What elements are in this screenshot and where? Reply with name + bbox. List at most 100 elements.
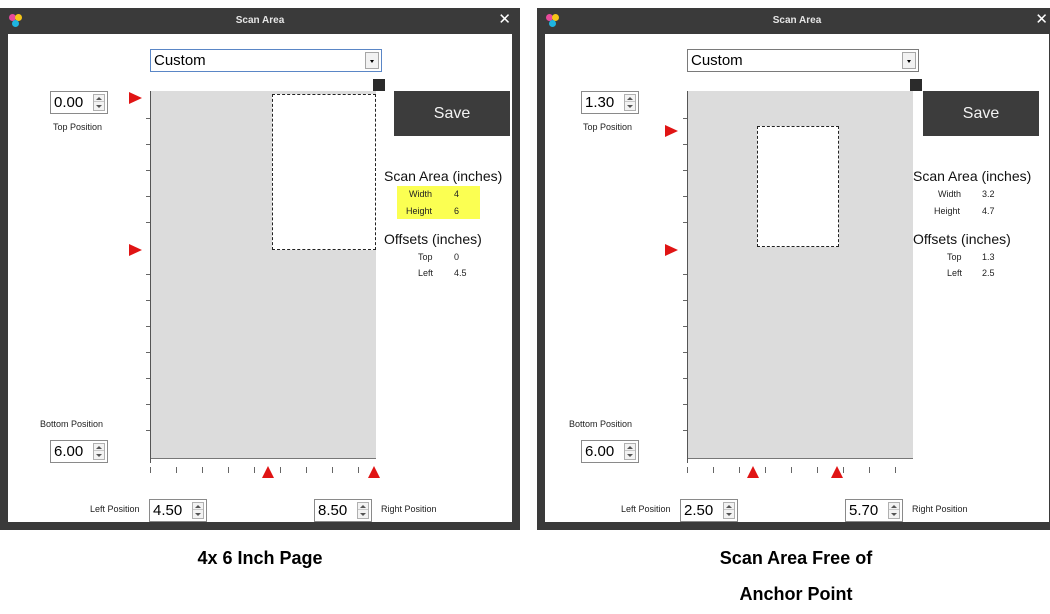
ruler-tick: [683, 352, 687, 353]
top-marker-icon[interactable]: [129, 92, 142, 104]
width-value: 4: [454, 189, 460, 199]
caption-right-line1: Scan Area Free of: [719, 548, 873, 568]
increment-icon[interactable]: [889, 503, 899, 510]
offset-top-value: 1.3: [982, 252, 995, 262]
close-icon[interactable]: ✕: [498, 11, 511, 27]
scan-area-rectangle[interactable]: [757, 126, 839, 247]
increment-icon[interactable]: [193, 503, 203, 510]
bottom-position-spinner[interactable]: 6.00: [581, 440, 639, 463]
increment-icon[interactable]: [724, 503, 734, 510]
height-label: Height: [934, 206, 961, 216]
ruler-tick: [713, 467, 714, 473]
right-position-label: Right Position: [912, 504, 968, 514]
ruler-tick: [683, 222, 687, 223]
save-button[interactable]: Save: [923, 91, 1039, 136]
increment-icon[interactable]: [625, 444, 635, 451]
ruler-tick: [687, 467, 688, 473]
right-marker-icon[interactable]: [368, 466, 380, 478]
scan-area-rectangle[interactable]: [272, 94, 376, 250]
caption-left: 4x 6 Inch Page: [197, 548, 323, 568]
top-position-value: 0.00: [54, 94, 84, 111]
scan-area-window-right: Scan Area ✕ Custom 1.30 Top Position Bot…: [537, 8, 1050, 530]
ruler-tick: [254, 467, 255, 473]
horizontal-ruler: [688, 458, 913, 459]
left-position-label: Left Position: [90, 504, 140, 514]
width-label: Width: [409, 189, 433, 199]
anchor-point-icon[interactable]: [910, 79, 922, 91]
ruler-tick: [358, 467, 359, 473]
decrement-icon[interactable]: [625, 103, 635, 110]
left-position-label: Left Position: [621, 504, 671, 514]
preset-value: Custom: [691, 52, 743, 69]
decrement-icon[interactable]: [358, 511, 368, 518]
close-icon[interactable]: ✕: [1035, 11, 1048, 27]
ruler-tick: [683, 274, 687, 275]
ruler-tick: [332, 467, 333, 473]
height-value: 4.7: [982, 206, 995, 216]
height-label: Height: [406, 206, 433, 216]
left-position-value: 2.50: [684, 502, 714, 519]
chevron-down-icon[interactable]: [365, 52, 379, 69]
offset-top-value: 0: [454, 252, 460, 262]
decrement-icon[interactable]: [889, 511, 899, 518]
ruler-tick: [683, 430, 687, 431]
top-position-label: Top Position: [583, 122, 633, 132]
ruler-tick: [146, 300, 150, 301]
anchor-point-icon[interactable]: [373, 79, 385, 91]
ruler-tick: [683, 196, 687, 197]
offset-top-label: Top: [418, 252, 433, 262]
increment-icon[interactable]: [625, 95, 635, 102]
left-position-spinner[interactable]: 2.50: [680, 499, 738, 522]
left-position-spinner[interactable]: 4.50: [149, 499, 207, 522]
left-position-value: 4.50: [153, 502, 183, 519]
increment-icon[interactable]: [94, 95, 104, 102]
increment-icon[interactable]: [358, 503, 368, 510]
decrement-icon[interactable]: [193, 511, 203, 518]
right-position-spinner[interactable]: 8.50: [314, 499, 372, 522]
ruler-tick: [146, 170, 150, 171]
ruler-tick: [202, 467, 203, 473]
ruler-tick: [817, 467, 818, 473]
vertical-ruler: [150, 91, 151, 463]
right-position-spinner[interactable]: 5.70: [845, 499, 903, 522]
increment-icon[interactable]: [94, 444, 104, 451]
window-title: Scan Area: [772, 15, 822, 26]
preset-dropdown[interactable]: Custom: [687, 49, 919, 72]
top-position-spinner[interactable]: 1.30: [581, 91, 639, 114]
ruler-tick: [146, 404, 150, 405]
offset-left-label: Left: [418, 268, 434, 278]
bottom-marker-icon[interactable]: [665, 244, 678, 256]
ruler-tick: [765, 467, 766, 473]
ruler-tick: [146, 378, 150, 379]
ruler-tick: [146, 326, 150, 327]
decrement-icon[interactable]: [94, 103, 104, 110]
ruler-tick: [683, 170, 687, 171]
left-marker-icon[interactable]: [262, 466, 274, 478]
top-marker-icon[interactable]: [665, 125, 678, 137]
save-button[interactable]: Save: [394, 91, 510, 136]
right-marker-icon[interactable]: [831, 466, 843, 478]
bottom-marker-icon[interactable]: [129, 244, 142, 256]
left-marker-icon[interactable]: [747, 466, 759, 478]
offset-top-label: Top: [947, 252, 962, 262]
decrement-icon[interactable]: [94, 452, 104, 459]
top-position-spinner[interactable]: 0.00: [50, 91, 108, 114]
top-position-value: 1.30: [585, 94, 615, 111]
decrement-icon[interactable]: [625, 452, 635, 459]
vertical-ruler: [687, 91, 688, 463]
scan-area-window-left: Scan Area ✕ Custom 0.00 Top Position Bot…: [0, 8, 520, 530]
preset-value: Custom: [154, 52, 206, 69]
ruler-tick: [146, 222, 150, 223]
title-bar: Scan Area ✕: [537, 8, 1050, 34]
ruler-tick: [146, 430, 150, 431]
offset-left-value: 2.5: [982, 268, 995, 278]
caption-right-line2: Anchor Point: [739, 584, 853, 604]
decrement-icon[interactable]: [724, 511, 734, 518]
preset-dropdown[interactable]: Custom: [150, 49, 382, 72]
bottom-position-spinner[interactable]: 6.00: [50, 440, 108, 463]
scan-area-heading: Scan Area (inches): [384, 168, 503, 184]
window-title: Scan Area: [235, 15, 285, 26]
bottom-position-label: Bottom Position: [40, 419, 104, 429]
ruler-tick: [306, 467, 307, 473]
chevron-down-icon[interactable]: [902, 52, 916, 69]
